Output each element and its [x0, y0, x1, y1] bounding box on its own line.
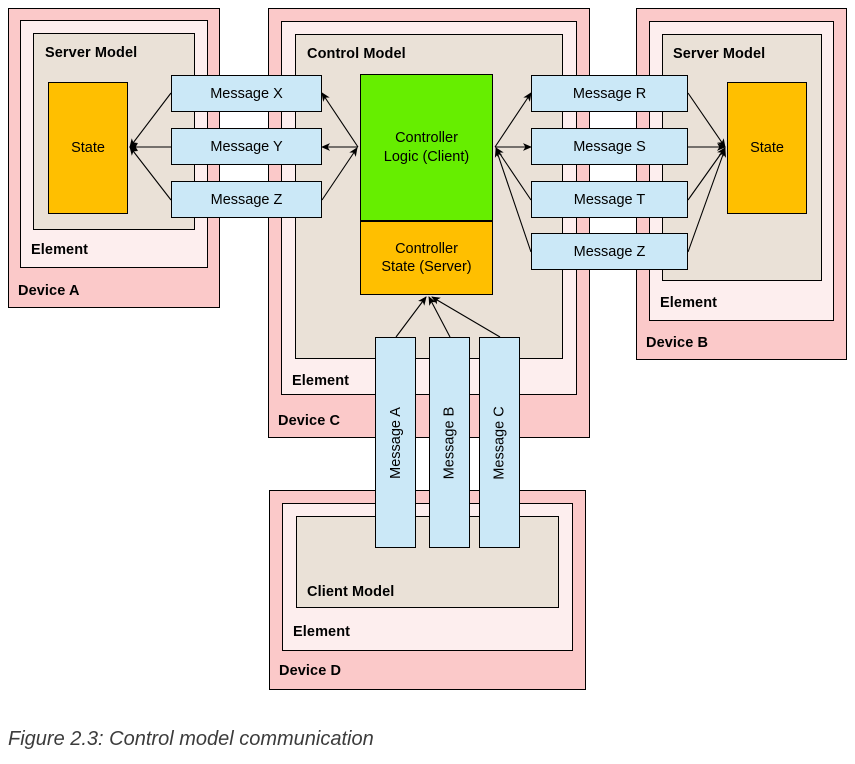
message-box-z-left-label: Message Z	[210, 191, 283, 208]
control-model-diagram: State Server Model Element Device A Cont…	[0, 0, 855, 710]
message-box-x[interactable]: Message X	[171, 75, 322, 112]
message-box-z-right-label: Message Z	[573, 243, 646, 260]
device-c-model-label: Control Model	[307, 46, 406, 62]
message-box-a-label: Message A	[387, 406, 404, 479]
device-d-element-label: Element	[293, 624, 351, 640]
device-b-element-label: Element	[660, 295, 718, 311]
message-box-s-label: Message S	[573, 138, 646, 155]
controller-state-label-line2: State (Server)	[381, 259, 472, 275]
message-box-s[interactable]: Message S	[531, 128, 688, 165]
device-a-model-label: Server Model	[45, 45, 138, 61]
device-a-device-label: Device A	[18, 283, 80, 299]
device-a-state-label: State	[71, 139, 105, 156]
message-box-c-label: Message C	[491, 405, 508, 480]
message-box-z-left[interactable]: Message Z	[171, 181, 322, 218]
message-box-c[interactable]: Message C	[479, 337, 520, 548]
device-a-state-block: State	[48, 82, 128, 214]
device-c-device-label: Device C	[278, 413, 341, 429]
message-box-y[interactable]: Message Y	[171, 128, 322, 165]
controller-logic-label-line1: Controller	[395, 130, 458, 147]
message-box-b-label: Message B	[441, 406, 458, 479]
device-d-device-label: Device D	[279, 663, 342, 679]
controller-logic-label-line2: Logic (Client)	[383, 148, 470, 165]
message-box-y-label: Message Y	[210, 138, 283, 155]
device-b-device-label: Device B	[646, 335, 709, 351]
message-box-z-right[interactable]: Message Z	[531, 233, 688, 270]
device-a-element-label: Element	[31, 242, 89, 258]
device-b-state-block: State	[727, 82, 807, 214]
device-b-state-label: State	[750, 139, 784, 156]
device-b-model-label: Server Model	[673, 46, 766, 62]
device-c-element-label: Element	[292, 373, 350, 389]
message-box-r[interactable]: Message R	[531, 75, 688, 112]
message-box-t-label: Message T	[573, 191, 646, 208]
message-box-t[interactable]: Message T	[531, 181, 688, 218]
controller-state-label-line1: Controller	[395, 240, 458, 257]
controller-logic-block: Controller Logic (Client)	[360, 74, 493, 221]
message-box-b[interactable]: Message B	[429, 337, 470, 548]
message-box-x-label: Message X	[210, 85, 283, 102]
controller-state-block: Controller State (Server)	[360, 221, 493, 295]
figure-caption: Figure 2.3: Control model communication	[8, 728, 374, 750]
device-d-model-label: Client Model	[307, 584, 395, 600]
message-box-a[interactable]: Message A	[375, 337, 416, 548]
message-box-r-label: Message R	[572, 85, 647, 102]
